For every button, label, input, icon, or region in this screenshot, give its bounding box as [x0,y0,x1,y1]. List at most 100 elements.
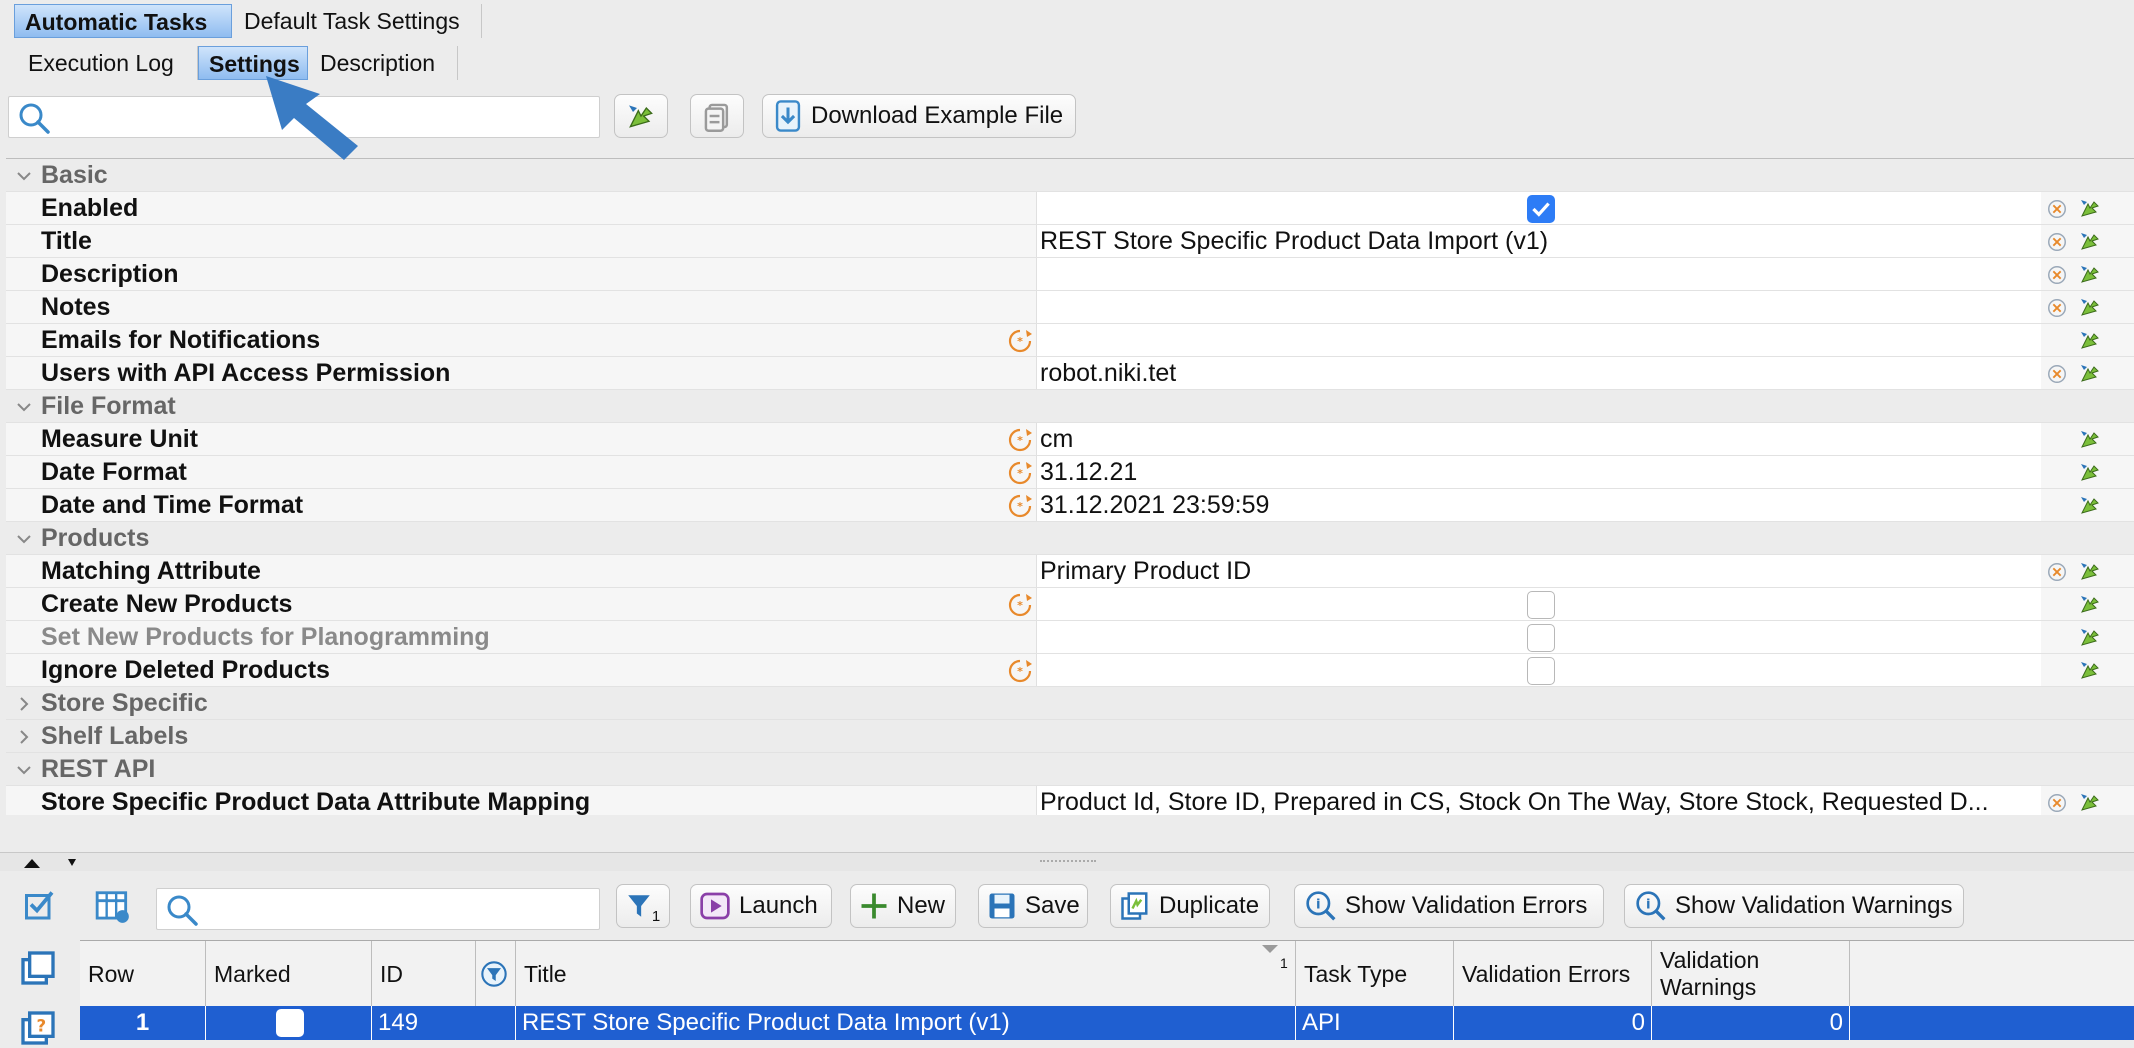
filter-button[interactable]: 1 [616,884,670,928]
column-header-id[interactable]: ID [372,941,476,1007]
property-row[interactable]: Date and Time Format * 31.12.2021 23:59:59 [6,489,2134,522]
property-row[interactable]: Set New Products for Planogramming [6,621,2134,654]
property-row[interactable]: Users with API Access Permission robot.ni… [6,357,2134,390]
property-row[interactable]: Store Specific Product Data Attribute Ma… [6,786,2134,815]
property-value: cm [1040,425,1074,453]
tab-execution-log[interactable]: Execution Log [18,46,198,80]
cell-row: 1 [80,1006,206,1040]
plus-icon [861,893,887,919]
section-header[interactable]: Store Specific [6,687,2134,720]
svg-text:*: * [1017,434,1023,447]
edit-cursor-icon[interactable] [2078,229,2102,253]
default-value-icon: * [1008,428,1032,452]
property-row[interactable]: Title REST Store Specific Product Data Im… [6,225,2134,258]
property-row[interactable]: Create New Products * [6,588,2134,621]
new-button[interactable]: New [850,884,956,928]
save-button[interactable]: Save [978,884,1088,928]
edit-cursor-icon[interactable] [2078,658,2102,682]
property-checkbox[interactable] [1527,624,1555,652]
property-label: Emails for Notifications [41,326,321,354]
download-example-file-button[interactable]: Download Example File [762,94,1076,138]
edit-cursor-icon[interactable] [2078,361,2102,385]
edit-cursor-icon[interactable] [2078,196,2102,220]
tab-automatic-tasks[interactable]: Automatic Tasks [14,4,232,38]
section-header[interactable]: Products [6,522,2134,555]
property-row[interactable]: Ignore Deleted Products * [6,654,2134,687]
column-header-marked[interactable]: Marked [206,941,372,1007]
property-row[interactable]: Measure Unit * cm [6,423,2134,456]
copy-window-icon[interactable] [18,948,58,988]
table-row[interactable]: 1 149 REST Store Specific Product Data I… [80,1006,2134,1040]
property-checkbox[interactable] [1527,195,1555,223]
edit-cursor-icon[interactable] [2078,262,2102,286]
table-search-field[interactable] [156,888,600,930]
copy-settings-button[interactable] [690,94,744,138]
clipboard-icon [704,103,729,132]
chevron-down-icon[interactable] [16,399,32,415]
property-value-cell[interactable] [1036,423,2041,455]
property-row[interactable]: Emails for Notifications * [6,324,2134,357]
column-header-validation-errors[interactable]: Validation Errors [1454,941,1652,1007]
chevron-right-icon[interactable] [16,696,32,712]
select-all-icon[interactable] [22,888,58,924]
property-checkbox[interactable] [1527,657,1555,685]
property-row[interactable]: Date Format * 31.12.21 [6,456,2134,489]
column-header-title[interactable]: Title 1 [516,941,1296,1007]
property-label: Users with API Access Permission [41,359,451,387]
edit-cursor-icon[interactable] [2078,625,2102,649]
reset-value-icon[interactable] [2046,297,2068,319]
show-validation-warnings-button[interactable]: i Show Validation Warnings [1624,884,1964,928]
edit-cursor-icon[interactable] [2078,460,2102,484]
column-header-filter[interactable] [476,941,516,1007]
edit-cursor-icon[interactable] [2078,295,2102,319]
show-validation-errors-button[interactable]: i Show Validation Errors [1294,884,1604,928]
section-header[interactable]: Shelf Labels [6,720,2134,753]
section-header[interactable]: Basic [6,159,2134,192]
edit-cursor-icon[interactable] [2078,592,2102,616]
edit-cursor-icon[interactable] [2078,427,2102,451]
property-row[interactable]: Notes [6,291,2134,324]
property-value-cell[interactable] [1036,357,2041,389]
chevron-down-icon[interactable] [16,762,32,778]
property-value-cell[interactable] [1036,291,2041,323]
reset-value-icon[interactable] [2046,264,2068,286]
cell-marked [206,1006,372,1040]
edit-cursor-icon[interactable] [2078,328,2102,352]
property-row[interactable]: Description [6,258,2134,291]
property-value-cell[interactable] [1036,456,2041,488]
edit-cursor-icon[interactable] [2078,790,2102,814]
column-header-validation-warnings[interactable]: Validation Warnings [1652,941,1850,1007]
collapse-arrows-icon[interactable] [22,856,82,870]
reset-value-icon[interactable] [2046,792,2068,814]
edit-cursor-icon [629,105,653,128]
chevron-down-icon[interactable] [16,168,32,184]
column-filter-icon[interactable] [480,960,508,988]
reset-value-icon[interactable] [2046,198,2068,220]
help-window-icon[interactable]: ? [18,1008,58,1048]
reset-value-icon[interactable] [2046,231,2068,253]
panel-splitter[interactable] [0,852,2134,871]
table-settings-icon[interactable] [94,888,132,926]
marked-checkbox[interactable] [276,1009,304,1037]
property-value-cell[interactable] [1036,324,2041,356]
column-header-task-type[interactable]: Task Type [1296,941,1454,1007]
property-row[interactable]: Matching Attribute Primary Product ID [6,555,2134,588]
info-search-icon: i [1306,891,1336,921]
property-row[interactable]: Enabled [6,192,2134,225]
chevron-right-icon[interactable] [16,729,32,745]
duplicate-button[interactable]: Duplicate [1110,884,1270,928]
section-header[interactable]: File Format [6,390,2134,423]
reset-value-icon[interactable] [2046,561,2068,583]
reset-value-icon[interactable] [2046,363,2068,385]
section-header[interactable]: REST API [6,753,2134,786]
tab-default-task-settings[interactable]: Default Task Settings [234,4,482,38]
edit-settings-button[interactable] [614,94,668,138]
property-value-cell[interactable] [1036,258,2041,290]
splitter-grip[interactable] [1040,860,1096,865]
chevron-down-icon[interactable] [16,531,32,547]
property-checkbox[interactable] [1527,591,1555,619]
edit-cursor-icon[interactable] [2078,559,2102,583]
launch-button[interactable]: Launch [690,884,832,928]
column-header-row[interactable]: Row [80,941,206,1007]
edit-cursor-icon[interactable] [2078,493,2102,517]
